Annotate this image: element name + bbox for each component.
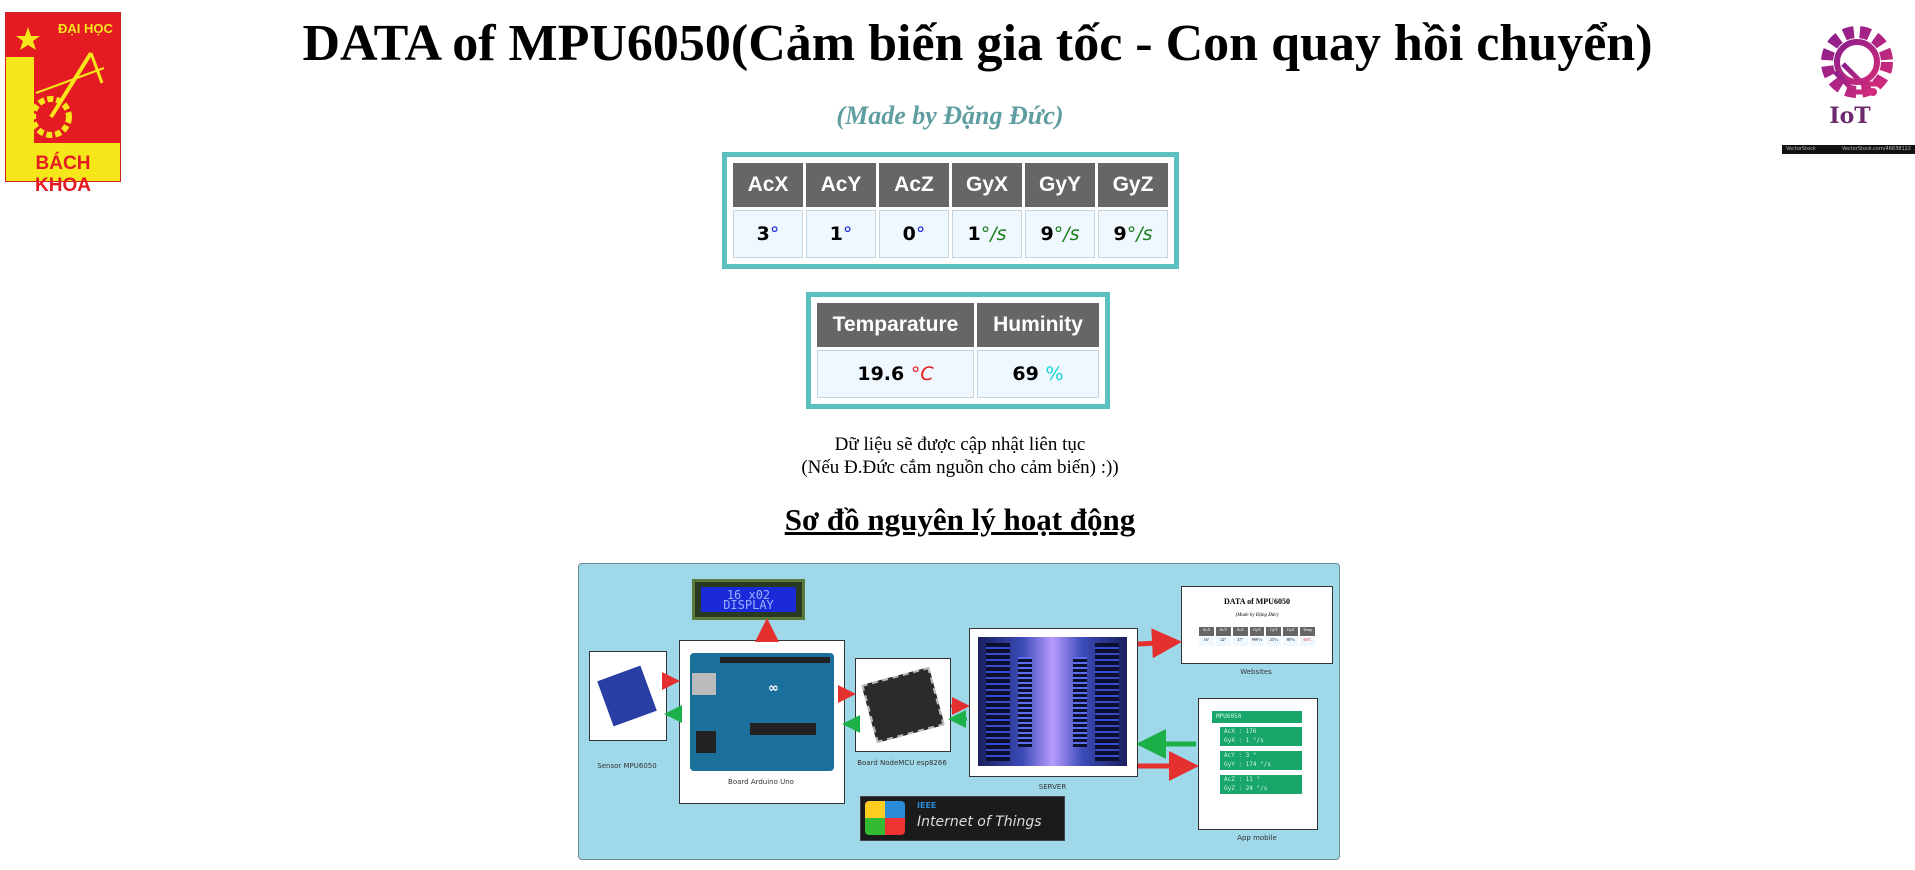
mini-app-row-line: AcX : 176 [1224, 728, 1257, 735]
mini-header: GyZ [1283, 627, 1299, 636]
lcd-screen: 16 x02 DISPLAY [701, 587, 796, 612]
gyy-unit: °/s [1053, 223, 1080, 245]
iot-label: Internet of Things [917, 814, 1042, 830]
mini-header: GyX [1249, 627, 1265, 636]
update-note: Dữ liệu sẽ được cập nhật liên tục [834, 434, 1086, 455]
mini-app-row: AcY : 3 ° GyY : 174 °/s [1220, 751, 1302, 770]
gyz-unit: °/s [1126, 223, 1153, 245]
acy-value: 1 [829, 223, 843, 245]
header-gyz: GyZ [1098, 163, 1168, 207]
header-acz: AcZ [879, 163, 949, 207]
gyx-value: 1 [967, 223, 981, 245]
temperature-value: 19.6 [857, 363, 905, 385]
mini-header: GyY [1266, 627, 1282, 636]
mini-app-row-line: GyY : 174 °/s [1224, 761, 1271, 768]
mini-value: 80°/s [1283, 637, 1299, 646]
value-gyx: 1°/s [952, 210, 1022, 258]
header-acx: AcX [733, 163, 803, 207]
logo-line2: BÁCH KHOA [35, 153, 91, 196]
humidity-value: 69 [1012, 363, 1039, 385]
mini-value: 47° [1232, 637, 1248, 646]
vectorstock-id: VectorStock.com/46838122 [1841, 146, 1911, 152]
acy-unit: ° [842, 223, 853, 245]
mini-website-table: AcX AcY AcZ GyX GyY GyZ Temp 16° 22° 47°… [1198, 627, 1316, 647]
caption-app: App mobile [1237, 834, 1277, 842]
arrow-server-to-website [1137, 628, 1182, 659]
power-note: (Nếu Đ.Đức cắm nguồn cho cảm biến) :)) [801, 457, 1119, 478]
nodemcu-board-icon [861, 666, 945, 744]
page-subtitle: (Made by Đặng Đức) [836, 101, 1064, 130]
nodemcu-image [855, 658, 951, 752]
iot-logo-text: IoT [1829, 103, 1871, 129]
temperature-unit: °C [910, 363, 934, 385]
gyy-value: 9 [1040, 223, 1054, 245]
vectorstock-label: VectorStock [1786, 146, 1816, 152]
header-gyy: GyY [1025, 163, 1095, 207]
header-gyx: GyX [952, 163, 1022, 207]
env-table: Temparature Huminity 19.6 °C 69 % [814, 300, 1102, 401]
value-gyz: 9°/s [1098, 210, 1168, 258]
website-image: DATA of MPU6050 (Made by Đặng Đức) AcX A… [1181, 586, 1333, 664]
mini-website-subtitle: (Made by Đặng Đức) [1235, 613, 1279, 618]
section-title: Sơ đồ nguyên lý hoạt động [784, 502, 1136, 537]
lcd-display: 16 x02 DISPLAY [692, 579, 805, 620]
server-image [969, 628, 1138, 777]
caption-sensor: Sensor MPU6050 [597, 762, 657, 770]
caption-arduino: Board Arduino Uno [728, 778, 794, 786]
sensor-mpu6050-image [589, 651, 667, 741]
humidity-unit: % [1045, 363, 1064, 385]
caption-server: SERVER [1038, 783, 1067, 791]
mini-value: 22° [1215, 637, 1231, 646]
mini-app-row-line: AcZ : 11 ° [1224, 776, 1261, 783]
mpu-table-frame: AcX AcY AcZ GyX GyY GyZ 3° 1° 0° 1°/s 9°… [722, 152, 1179, 269]
arduino-board-icon: ∞ [690, 653, 834, 771]
caption-website: Websites [1240, 668, 1272, 676]
server-room-icon [978, 637, 1127, 766]
lcd-line2: DISPLAY [723, 598, 774, 612]
mini-value: 66°C [1300, 637, 1316, 646]
mini-value: 16° [1199, 637, 1214, 646]
mini-header: Temp [1300, 627, 1316, 636]
mini-app-row-line: AcY : 3 ° [1224, 752, 1257, 759]
mini-header: AcY [1215, 627, 1231, 636]
sensor-board-icon [597, 665, 657, 727]
acx-unit: ° [769, 223, 780, 245]
vectorstock-strip: VectorStock VectorStock.com/46838122 [1782, 145, 1915, 154]
gyz-value: 9 [1113, 223, 1127, 245]
mini-header: AcZ [1232, 627, 1248, 636]
header-acy: AcY [806, 163, 876, 207]
value-humidity: 69 % [977, 350, 1099, 398]
mini-app-row-line: GyZ : 24 °/s [1224, 785, 1268, 792]
mini-value: 23°/s [1266, 637, 1282, 646]
mini-app-row-line: GyX : 1 °/s [1224, 737, 1264, 744]
env-table-frame: Temparature Huminity 19.6 °C 69 % [806, 292, 1110, 409]
mpu-table: AcX AcY AcZ GyX GyY GyZ 3° 1° 0° 1°/s 9°… [730, 160, 1171, 261]
acz-value: 0 [902, 223, 916, 245]
value-gyy: 9°/s [1025, 210, 1095, 258]
mini-app-row: AcX : 176 GyX : 1 °/s [1220, 727, 1302, 746]
value-acz: 0° [879, 210, 949, 258]
value-acx: 3° [733, 210, 803, 258]
app-mobile-image: MPU6050 AcX : 176 GyX : 1 °/s AcY : 3 ° … [1198, 698, 1318, 830]
mini-header: AcX [1199, 627, 1214, 636]
mini-app-title: MPU6050 [1212, 711, 1302, 723]
header-humidity: Huminity [977, 303, 1099, 347]
mini-value: 999°/s [1249, 637, 1265, 646]
working-principle-diagram: 16 x02 DISPLAY Sensor MPU6050 ∞ Board Ar… [578, 563, 1340, 860]
value-temperature: 19.6 °C [817, 350, 974, 398]
caption-nodemcu: Board NodeMCU esp8266 [857, 759, 947, 767]
ieee-label: IEEE [917, 801, 937, 810]
acx-value: 3 [756, 223, 770, 245]
ieee-iot-logo: IEEE Internet of Things [860, 796, 1065, 841]
mini-website-title: DATA of MPU6050 [1224, 597, 1290, 606]
acz-unit: ° [915, 223, 926, 245]
ieee-iot-emblem-icon [865, 801, 905, 835]
gyx-unit: °/s [980, 223, 1007, 245]
page-title: DATA of MPU6050(Cảm biến gia tốc - Con q… [302, 15, 1653, 72]
mini-app-row: AcZ : 11 ° GyZ : 24 °/s [1220, 775, 1302, 794]
header-temperature: Temparature [817, 303, 974, 347]
value-acy: 1° [806, 210, 876, 258]
